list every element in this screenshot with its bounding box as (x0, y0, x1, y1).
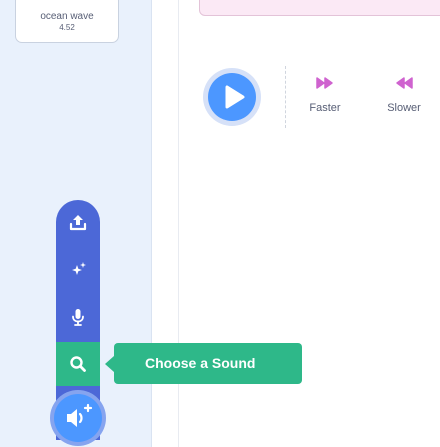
faster-icon (295, 76, 355, 98)
surprise-icon (72, 262, 86, 275)
choose-sound-button[interactable] (56, 342, 100, 386)
slower-button[interactable]: Slower (374, 76, 434, 114)
play-icon (208, 73, 256, 121)
sound-item[interactable]: ocean wave 4.52 (15, 0, 119, 43)
record-button[interactable] (56, 295, 100, 339)
faster-button[interactable]: Faster (295, 76, 355, 114)
add-sound-icon (54, 394, 102, 442)
surprise-button[interactable] (56, 247, 100, 291)
effects-separator (285, 66, 286, 128)
upload-sound-button[interactable] (56, 200, 100, 244)
microphone-icon (72, 309, 84, 326)
sound-item-name: ocean wave (40, 11, 94, 22)
choose-sound-tooltip: Choose a Sound (114, 343, 302, 384)
search-icon (70, 356, 86, 372)
slower-icon (374, 76, 434, 98)
tooltip-arrow (105, 356, 114, 372)
sound-item-duration: 4.52 (59, 23, 75, 32)
upload-icon (69, 215, 87, 231)
play-button[interactable] (203, 68, 261, 126)
sound-waveform-area (199, 0, 440, 16)
slower-label: Slower (387, 102, 421, 114)
faster-label: Faster (309, 102, 341, 114)
add-sound-button[interactable] (50, 390, 106, 446)
